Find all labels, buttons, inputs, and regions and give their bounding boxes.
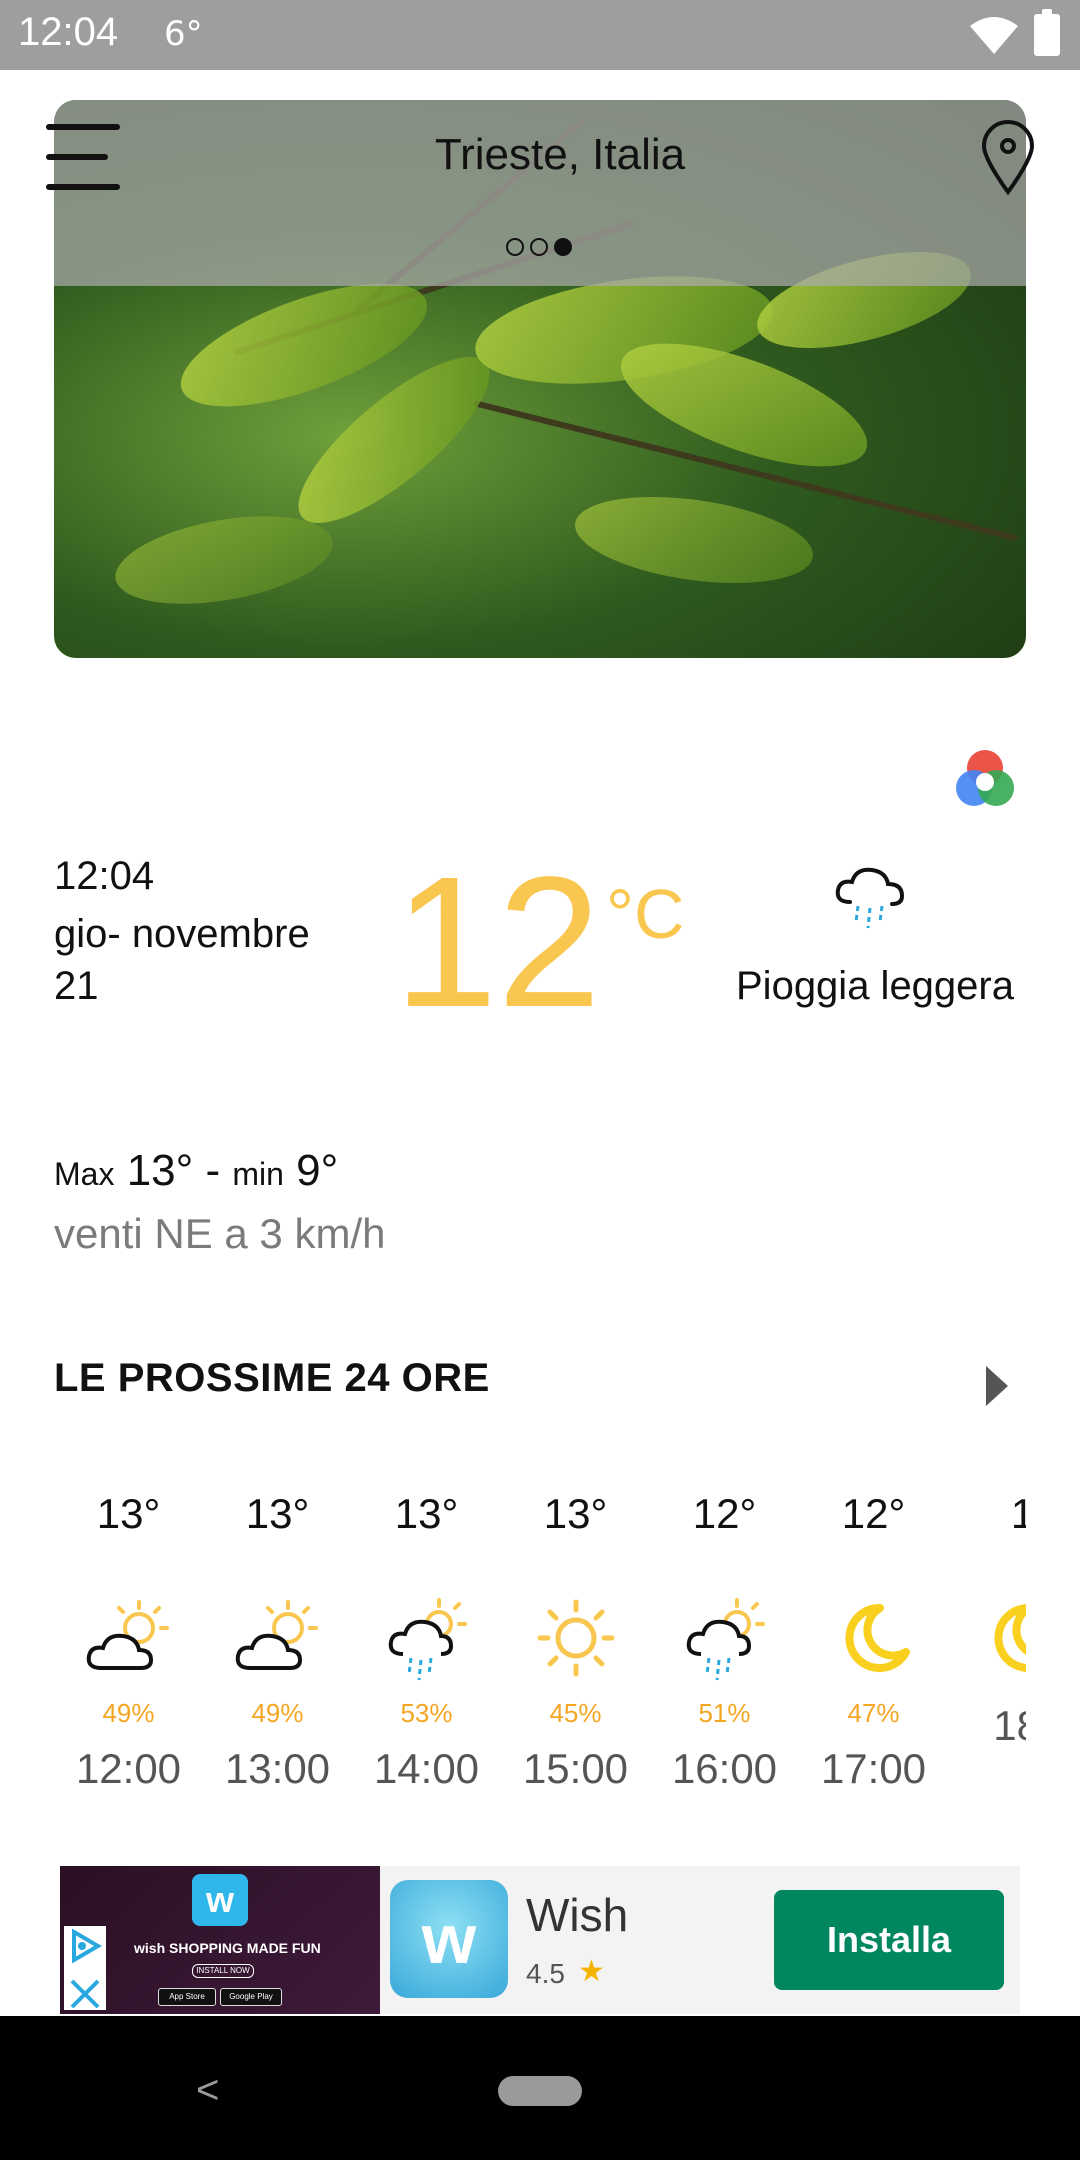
battery-icon — [1034, 9, 1060, 56]
hourly-item[interactable]: 13° 49% 13:00 — [203, 1490, 352, 1793]
ad-promo-image[interactable]: w wish SHOPPING MADE FUN INSTALL NOW App… — [60, 1866, 380, 2014]
back-icon[interactable]: < — [196, 2068, 219, 2113]
hourly-forecast-list[interactable]: 13° 49% 12:00 13° 49% 13:00 13° 53% 14:00 13° 45% 1… — [54, 1490, 1026, 1870]
hourly-humidity: 53% — [400, 1698, 453, 1728]
next-arrow-icon[interactable] — [986, 1366, 1008, 1406]
promo-install-now: INSTALL NOW — [192, 1964, 254, 1978]
min-value: 9° — [296, 1146, 339, 1195]
page-indicator[interactable] — [506, 238, 578, 256]
moon-icon — [799, 1590, 948, 1686]
current-date-line2: 21 — [54, 964, 99, 1008]
status-time: 12:04 — [18, 10, 119, 54]
current-time: 12:04 — [54, 854, 155, 898]
wish-app-icon[interactable]: w — [390, 1880, 508, 1998]
hourly-humidity: 49% — [251, 1698, 304, 1728]
home-pill[interactable] — [498, 2076, 582, 2106]
hourly-time: 12:00 — [75, 1745, 182, 1792]
wind-info: venti NE a 3 km/h — [54, 1210, 386, 1257]
page-dot-3[interactable] — [554, 238, 572, 256]
hourly-temp: 1 — [1010, 1490, 1026, 1537]
color-logo-icon[interactable] — [952, 746, 1018, 812]
hourly-humidity: 51% — [698, 1698, 751, 1728]
location-pin-icon[interactable] — [978, 118, 1038, 196]
ad-choices[interactable] — [64, 1926, 106, 2010]
hourly-time: 16:00 — [671, 1745, 778, 1792]
system-nav-bar: < — [0, 2016, 1080, 2160]
hourly-item[interactable]: 13° 49% 12:00 — [54, 1490, 203, 1793]
next-24h-title[interactable]: LE PROSSIME 24 ORE — [54, 1356, 490, 1401]
min-label: min — [232, 1156, 284, 1192]
hourly-item[interactable]: 12° 51% 16:00 — [650, 1490, 799, 1793]
hourly-humidity: 49% — [102, 1698, 155, 1728]
partly-cloudy-sun-icon — [54, 1590, 203, 1686]
hourly-time: 18: — [993, 1702, 1026, 1749]
city-title[interactable]: Trieste, Italia — [300, 130, 820, 180]
hourly-temp: 13° — [543, 1490, 608, 1537]
app-store-badge: App Store — [158, 1988, 216, 2006]
promo-logo: w — [192, 1874, 248, 1926]
ad-choices-icon[interactable] — [64, 1926, 106, 1968]
hourly-humidity: 45% — [549, 1698, 602, 1728]
google-play-badge: Google Play — [220, 1988, 282, 2006]
sun-icon — [501, 1590, 650, 1686]
max-min-temps: Max 13° - min 9° — [54, 1146, 338, 1196]
wifi-icon — [970, 17, 1018, 54]
max-label: Max — [54, 1156, 115, 1192]
current-temperature: 12 — [394, 839, 601, 1046]
hourly-item[interactable]: 13° 45% 15:00 — [501, 1490, 650, 1793]
max-value: 13° — [126, 1146, 194, 1195]
hourly-time: 13:00 — [224, 1745, 331, 1792]
ad-close-icon[interactable] — [64, 1973, 106, 2015]
hourly-time: 14:00 — [373, 1745, 480, 1792]
hero-image — [54, 100, 1026, 658]
rain-sun-icon — [352, 1590, 501, 1686]
hourly-temp: 13° — [245, 1490, 310, 1537]
condition-text: Pioggia leggera — [736, 964, 1014, 1008]
star-icon: ★ — [578, 1955, 605, 1988]
header-overlay — [54, 100, 1026, 286]
max-min-separator: - — [205, 1146, 221, 1195]
install-button[interactable]: Installa — [774, 1890, 1004, 1990]
current-date-line1: gio- novembre — [54, 912, 310, 956]
partly-cloudy-sun-icon — [203, 1590, 352, 1686]
page-dot-2[interactable] — [530, 238, 548, 256]
ad-rating: 4.5 — [526, 1958, 565, 1989]
status-indicator: 6° — [164, 14, 203, 54]
hourly-time: 17:00 — [820, 1745, 927, 1792]
light-rain-icon — [835, 867, 905, 929]
status-bar: 12:04 6° — [0, 0, 1080, 70]
rain-sun-icon — [650, 1590, 799, 1686]
ad-app-name[interactable]: Wish — [526, 1888, 628, 1942]
hourly-item[interactable]: 12° 47% 17:00 — [799, 1490, 948, 1793]
hourly-temp: 12° — [692, 1490, 757, 1537]
ad-banner[interactable]: w wish SHOPPING MADE FUN INSTALL NOW App… — [60, 1866, 1020, 2014]
menu-button[interactable] — [46, 124, 120, 190]
hourly-item[interactable]: 1 18: — [948, 1490, 1026, 1750]
promo-text: wish SHOPPING MADE FUN — [134, 1940, 321, 1956]
moon-icon — [948, 1590, 1026, 1686]
hourly-temp: 12° — [841, 1490, 906, 1537]
hourly-temp: 13° — [394, 1490, 459, 1537]
page-dot-1[interactable] — [506, 238, 524, 256]
hourly-item[interactable]: 13° 53% 14:00 — [352, 1490, 501, 1793]
hourly-humidity: 47% — [847, 1698, 900, 1728]
temperature-unit: °C — [606, 875, 685, 953]
hourly-time: 15:00 — [522, 1745, 629, 1792]
hourly-temp: 13° — [96, 1490, 161, 1537]
